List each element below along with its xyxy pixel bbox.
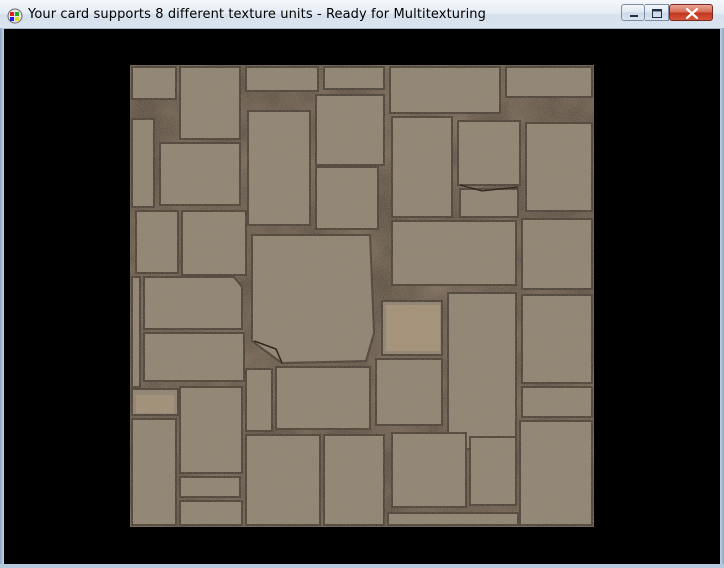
textured-quad — [130, 65, 594, 527]
window-title: Your card supports 8 different texture u… — [28, 7, 486, 22]
title-bar[interactable]: Your card supports 8 different texture u… — [0, 0, 724, 29]
window-frame-bottom[interactable] — [0, 564, 724, 568]
application-window: Your card supports 8 different texture u… — [0, 0, 724, 568]
close-button[interactable] — [669, 4, 713, 21]
window-frame-right[interactable] — [720, 28, 724, 568]
maximize-icon — [652, 9, 662, 18]
minimize-icon — [630, 15, 638, 17]
close-icon — [685, 7, 699, 20]
app-icon[interactable] — [7, 8, 23, 24]
maximize-button[interactable] — [645, 4, 669, 21]
minimize-button[interactable] — [621, 4, 645, 21]
